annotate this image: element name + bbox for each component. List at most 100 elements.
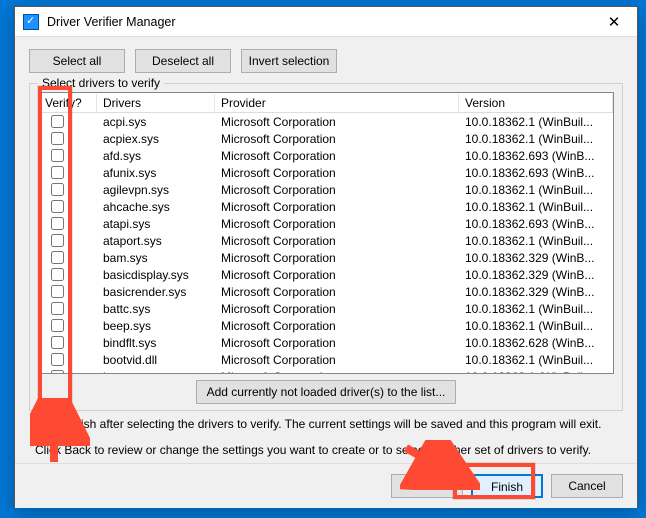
driver-name: beep.sys	[97, 319, 215, 333]
driver-name: basicrender.sys	[97, 285, 215, 299]
driver-provider: Microsoft Corporation	[215, 183, 459, 197]
window-title: Driver Verifier Manager	[47, 15, 591, 29]
table-row[interactable]: ahcache.sysMicrosoft Corporation10.0.183…	[39, 198, 613, 215]
table-row[interactable]: afd.sysMicrosoft Corporation10.0.18362.6…	[39, 147, 613, 164]
table-row[interactable]: beep.sysMicrosoft Corporation10.0.18362.…	[39, 317, 613, 334]
driver-name: agilevpn.sys	[97, 183, 215, 197]
table-row[interactable]: afunix.sysMicrosoft Corporation10.0.1836…	[39, 164, 613, 181]
list-body[interactable]: acpi.sysMicrosoft Corporation10.0.18362.…	[39, 113, 613, 373]
table-row[interactable]: bootvid.dllMicrosoft Corporation10.0.183…	[39, 351, 613, 368]
list-header: Verify? Drivers Provider Version	[39, 93, 613, 113]
table-row[interactable]: agilevpn.sysMicrosoft Corporation10.0.18…	[39, 181, 613, 198]
driver-provider: Microsoft Corporation	[215, 166, 459, 180]
column-header-provider[interactable]: Provider	[215, 94, 459, 112]
verify-checkbox[interactable]	[51, 183, 64, 196]
verify-checkbox[interactable]	[51, 302, 64, 315]
driver-provider: Microsoft Corporation	[215, 149, 459, 163]
driver-version: 10.0.18362.1 (WinBuil...	[459, 183, 613, 197]
driver-name: basicdisplay.sys	[97, 268, 215, 282]
driver-version: 10.0.18362.329 (WinB...	[459, 285, 613, 299]
hint-back: Click Back to review or change the setti…	[35, 443, 617, 457]
content-area: Select all Deselect all Invert selection…	[15, 37, 637, 463]
titlebar: Driver Verifier Manager ✕	[15, 7, 637, 37]
driver-version: 10.0.18362.693 (WinB...	[459, 149, 613, 163]
table-row[interactable]: acpi.sysMicrosoft Corporation10.0.18362.…	[39, 113, 613, 130]
verify-checkbox[interactable]	[51, 217, 64, 230]
verify-checkbox[interactable]	[51, 200, 64, 213]
drivers-groupbox: Select drivers to verify Verify? Drivers…	[29, 83, 623, 411]
verify-checkbox[interactable]	[51, 285, 64, 298]
close-icon[interactable]: ✕	[591, 7, 637, 37]
verify-checkbox[interactable]	[51, 336, 64, 349]
hint-finish: Click Finish after selecting the drivers…	[35, 417, 617, 431]
table-row[interactable]: bam.sysMicrosoft Corporation10.0.18362.3…	[39, 249, 613, 266]
driver-version: 10.0.18362.329 (WinB...	[459, 251, 613, 265]
verify-checkbox[interactable]	[51, 251, 64, 264]
footer: < Back Finish Cancel	[15, 463, 637, 508]
driver-provider: Microsoft Corporation	[215, 370, 459, 374]
driver-name: acpiex.sys	[97, 132, 215, 146]
driver-provider: Microsoft Corporation	[215, 200, 459, 214]
driver-provider: Microsoft Corporation	[215, 251, 459, 265]
driver-version: 10.0.18362.1 (WinBuil...	[459, 370, 613, 374]
driver-version: 10.0.18362.1 (WinBuil...	[459, 115, 613, 129]
driver-name: afunix.sys	[97, 166, 215, 180]
table-row[interactable]: bindflt.sysMicrosoft Corporation10.0.183…	[39, 334, 613, 351]
driver-version: 10.0.18362.1 (WinBuil...	[459, 200, 613, 214]
column-header-verify[interactable]: Verify?	[39, 94, 97, 112]
verify-checkbox[interactable]	[51, 319, 64, 332]
driver-provider: Microsoft Corporation	[215, 268, 459, 282]
driver-name: bowser.sys	[97, 370, 215, 374]
back-button[interactable]: < Back	[391, 474, 463, 498]
verify-checkbox[interactable]	[51, 268, 64, 281]
table-row[interactable]: acpiex.sysMicrosoft Corporation10.0.1836…	[39, 130, 613, 147]
driver-name: afd.sys	[97, 149, 215, 163]
driver-name: bam.sys	[97, 251, 215, 265]
verify-checkbox[interactable]	[51, 166, 64, 179]
table-row[interactable]: basicdisplay.sysMicrosoft Corporation10.…	[39, 266, 613, 283]
driver-provider: Microsoft Corporation	[215, 132, 459, 146]
column-header-version[interactable]: Version	[459, 94, 613, 112]
invert-selection-button[interactable]: Invert selection	[241, 49, 337, 73]
column-header-drivers[interactable]: Drivers	[97, 94, 215, 112]
driver-name: bindflt.sys	[97, 336, 215, 350]
driver-name: atapi.sys	[97, 217, 215, 231]
driver-provider: Microsoft Corporation	[215, 302, 459, 316]
driver-provider: Microsoft Corporation	[215, 319, 459, 333]
driver-version: 10.0.18362.1 (WinBuil...	[459, 319, 613, 333]
verify-checkbox[interactable]	[51, 353, 64, 366]
driver-name: battc.sys	[97, 302, 215, 316]
table-row[interactable]: atapi.sysMicrosoft Corporation10.0.18362…	[39, 215, 613, 232]
add-drivers-button[interactable]: Add currently not loaded driver(s) to th…	[196, 380, 456, 404]
driver-provider: Microsoft Corporation	[215, 336, 459, 350]
driver-version: 10.0.18362.693 (WinB...	[459, 217, 613, 231]
driver-name: ahcache.sys	[97, 200, 215, 214]
deselect-all-button[interactable]: Deselect all	[135, 49, 231, 73]
driver-name: bootvid.dll	[97, 353, 215, 367]
table-row[interactable]: bowser.sysMicrosoft Corporation10.0.1836…	[39, 368, 613, 373]
toolbar: Select all Deselect all Invert selection	[29, 49, 623, 73]
verify-checkbox[interactable]	[51, 115, 64, 128]
verify-checkbox[interactable]	[51, 370, 64, 373]
cancel-button[interactable]: Cancel	[551, 474, 623, 498]
groupbox-label: Select drivers to verify	[38, 76, 164, 90]
table-row[interactable]: basicrender.sysMicrosoft Corporation10.0…	[39, 283, 613, 300]
verify-checkbox[interactable]	[51, 234, 64, 247]
verify-checkbox[interactable]	[51, 132, 64, 145]
verify-checkbox[interactable]	[51, 149, 64, 162]
select-all-button[interactable]: Select all	[29, 49, 125, 73]
table-row[interactable]: battc.sysMicrosoft Corporation10.0.18362…	[39, 300, 613, 317]
driver-provider: Microsoft Corporation	[215, 115, 459, 129]
finish-button[interactable]: Finish	[471, 474, 543, 498]
driver-version: 10.0.18362.1 (WinBuil...	[459, 132, 613, 146]
driver-version: 10.0.18362.628 (WinB...	[459, 336, 613, 350]
driver-version: 10.0.18362.693 (WinB...	[459, 166, 613, 180]
driver-version: 10.0.18362.1 (WinBuil...	[459, 302, 613, 316]
driver-name: acpi.sys	[97, 115, 215, 129]
driver-version: 10.0.18362.1 (WinBuil...	[459, 234, 613, 248]
table-row[interactable]: ataport.sysMicrosoft Corporation10.0.183…	[39, 232, 613, 249]
driver-provider: Microsoft Corporation	[215, 285, 459, 299]
app-icon	[23, 14, 39, 30]
driver-provider: Microsoft Corporation	[215, 234, 459, 248]
driver-list: Verify? Drivers Provider Version acpi.sy…	[38, 92, 614, 374]
